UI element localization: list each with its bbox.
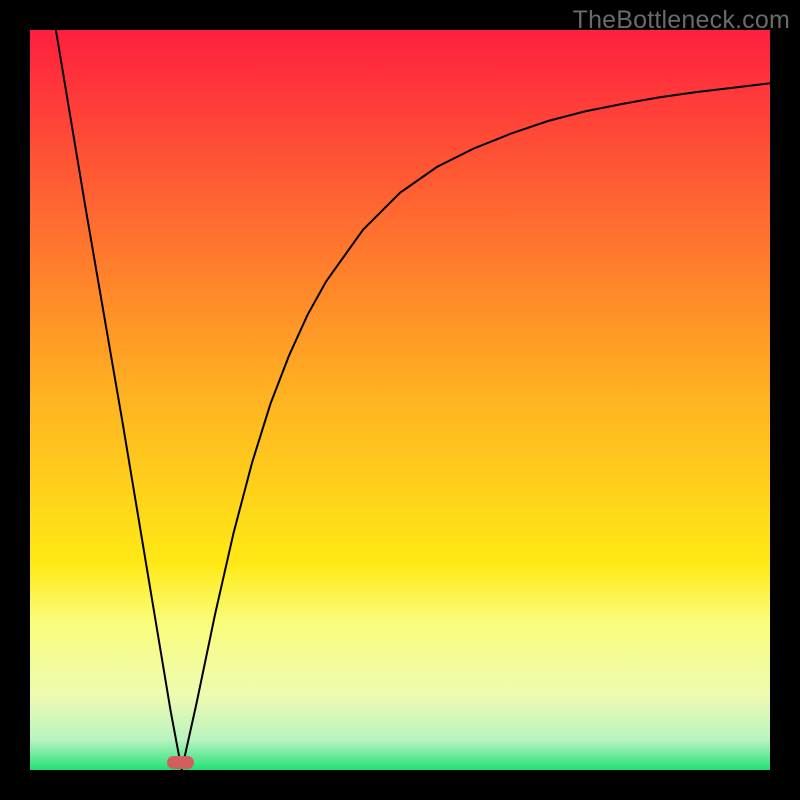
gradient-background <box>30 30 770 770</box>
watermark-label: TheBottleneck.com <box>573 6 790 35</box>
chart-frame: TheBottleneck.com <box>0 0 800 800</box>
plot-svg <box>30 30 770 770</box>
plot-area <box>30 30 770 770</box>
minimum-marker <box>167 756 194 769</box>
